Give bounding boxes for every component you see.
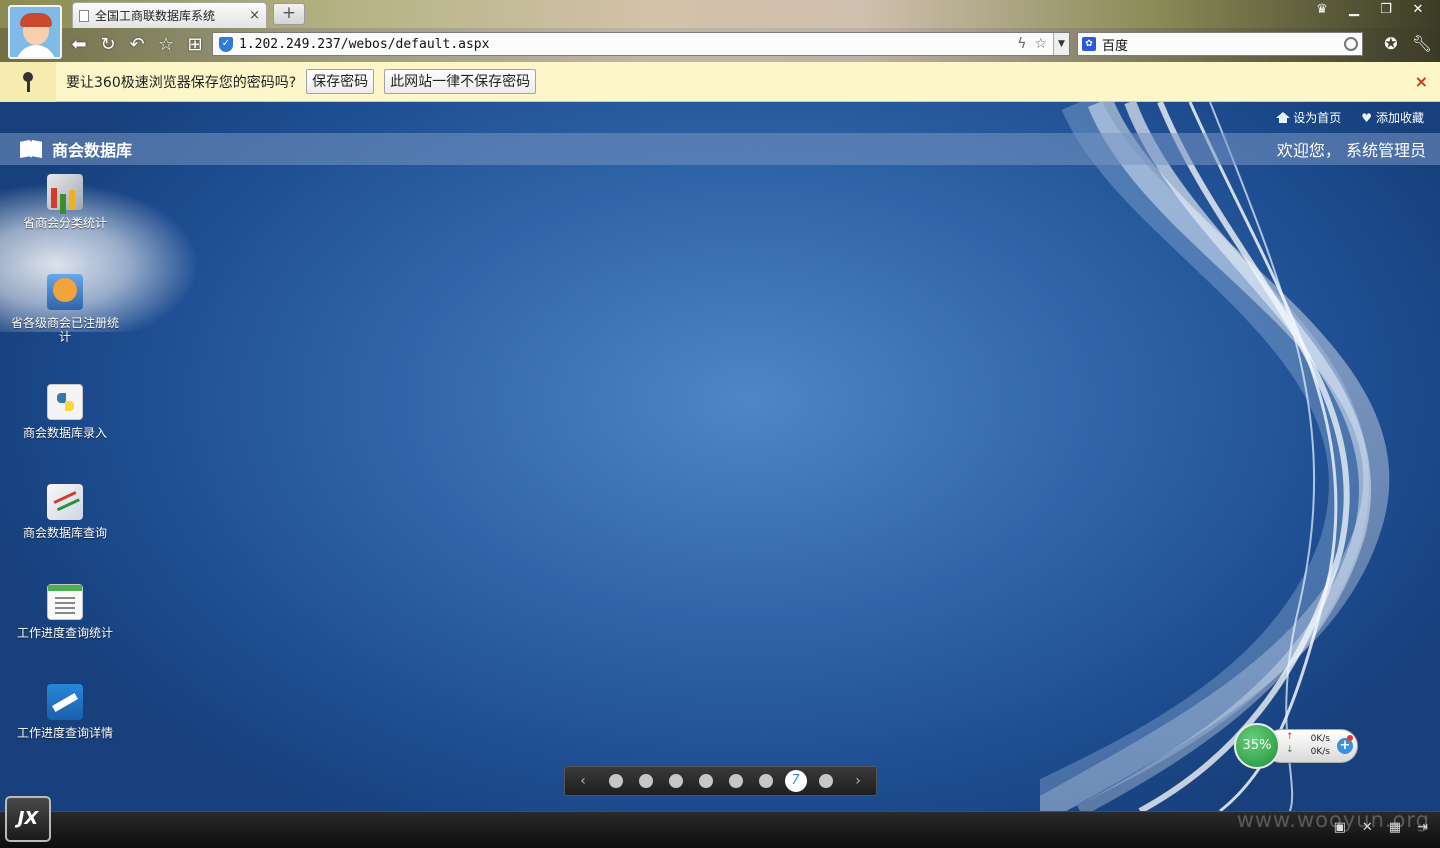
pager-next-button[interactable]: › — [852, 773, 864, 789]
address-bar[interactable]: ✓ 1.202.249.237/webos/default.aspx ϟ ☆ ▼ — [212, 32, 1070, 56]
memory-percent[interactable]: 35% — [1234, 723, 1280, 769]
extension-icon[interactable]: ✪ — [1384, 34, 1397, 53]
page-icon — [79, 9, 89, 22]
security-shield-icon: ✓ — [219, 36, 233, 52]
close-icon[interactable]: ✕ — [1404, 1, 1432, 19]
upload-rate: 0K/s — [1310, 734, 1330, 744]
wallpaper-ribbons — [1040, 102, 1390, 811]
welcome-text: 欢迎您， 系统管理员 — [1276, 141, 1426, 160]
set-homepage-link[interactable]: 设为首页 — [1276, 109, 1341, 126]
baidu-icon: ✿ — [1082, 37, 1096, 51]
registration-stats-icon — [47, 274, 83, 310]
desktop-icon-label: 省各级商会已注册统计 — [10, 316, 119, 344]
browser-tab[interactable]: 全国工商联数据库系统 × — [72, 2, 267, 28]
infobar-message: 要让360极速浏览器保存您的密码吗? — [66, 74, 297, 91]
logout-icon[interactable]: ⇥ — [1417, 820, 1428, 835]
desktop-icon-label: 商会数据库查询 — [22, 526, 107, 540]
browser-toolbar: ⬅ ↻ ↶ ☆ ⊞ ✓ 1.202.249.237/webos/default.… — [0, 28, 1440, 62]
key-icon — [0, 61, 56, 102]
undo-icon[interactable]: ↶ — [126, 35, 148, 55]
user-avatar[interactable] — [8, 5, 62, 59]
app-grid-icon[interactable]: ▦ — [1389, 820, 1401, 835]
heart-icon: ♥ — [1361, 110, 1372, 125]
download-rate: 0K/s — [1310, 747, 1330, 757]
search-icon[interactable] — [1344, 37, 1358, 51]
pager-dot[interactable] — [818, 774, 833, 788]
lightning-icon[interactable]: ϟ — [1017, 36, 1026, 52]
pager-dot[interactable] — [698, 774, 713, 788]
pager-prev-button[interactable]: ‹ — [577, 773, 589, 789]
document-icon — [47, 584, 83, 620]
url-text[interactable]: 1.202.249.237/webos/default.aspx — [239, 37, 1017, 52]
infobar-close-icon[interactable]: × — [1415, 72, 1428, 91]
desktop-icon-label: 商会数据库录入 — [22, 426, 107, 440]
stats-chart-icon — [47, 174, 83, 210]
query-chart-icon — [47, 484, 83, 520]
app-title: 商会数据库 — [52, 141, 133, 160]
favorite-star-icon[interactable]: ☆ — [155, 35, 177, 55]
pager-dot[interactable] — [728, 774, 743, 788]
desktop-icon-progress-stats[interactable]: 工作进度查询统计 — [0, 584, 130, 640]
notification-dot — [1347, 735, 1353, 741]
skin-icon[interactable]: ♛ — [1308, 1, 1336, 19]
search-engine-label[interactable]: 百度 — [1102, 35, 1344, 54]
desktop-pager: ‹ 7 › — [564, 766, 877, 796]
network-speed-widget[interactable]: 35% ↑ ↓ 0K/s 0K/s + — [1234, 723, 1360, 771]
save-password-button[interactable]: 保存密码 — [306, 69, 375, 94]
add-favorite-link[interactable]: ♥ 添加收藏 — [1361, 109, 1424, 126]
desktop-icon-label: 省商会分类统计 — [22, 216, 107, 230]
desktop-icon-label: 工作进度查询统计 — [16, 626, 113, 640]
window-controls: ♛ ▁ ❐ ✕ — [1308, 1, 1432, 19]
pager-dot-active[interactable]: 7 — [784, 770, 807, 792]
desktop-top-links: 设为首页 ♥ 添加收藏 — [1276, 109, 1424, 126]
show-desktop-icon[interactable]: ▣ — [1334, 820, 1346, 835]
pager-dot[interactable] — [638, 774, 653, 788]
tools-icon[interactable]: ✕ — [1362, 820, 1373, 835]
taskbar: JX www.wooyun.org ▣ ✕ ▦ ⇥ — [0, 796, 1440, 848]
start-button[interactable]: JX — [5, 796, 51, 842]
search-bar[interactable]: ✿ 百度 — [1077, 32, 1363, 56]
app-header: 商会数据库 欢迎您， 系统管理员 — [0, 133, 1440, 165]
new-tab-button[interactable]: + — [273, 3, 305, 25]
restore-icon[interactable]: ❐ — [1372, 1, 1400, 19]
never-save-password-button[interactable]: 此网站一律不保存密码 — [384, 69, 537, 94]
desktop-icon-progress-detail[interactable]: 工作进度查询详情 — [0, 684, 130, 740]
pager-dot[interactable] — [758, 774, 773, 788]
password-infobar: 要让360极速浏览器保存您的密码吗? 保存密码 此网站一律不保存密码 × — [0, 61, 1440, 102]
apps-grid-icon[interactable]: ⊞ — [184, 35, 206, 55]
browser-titlebar: 全国工商联数据库系统 × + ♛ ▁ ❐ ✕ — [0, 0, 1440, 28]
detail-icon — [47, 684, 83, 720]
python-entry-icon — [47, 384, 83, 420]
refresh-icon[interactable]: ↻ — [97, 35, 119, 55]
book-icon — [20, 140, 42, 158]
wrench-icon[interactable]: 🔧︎ — [1412, 34, 1432, 53]
home-icon — [1276, 112, 1291, 123]
address-dropdown-icon[interactable]: ▼ — [1053, 33, 1069, 55]
desktop-icon-db-entry[interactable]: 商会数据库录入 — [0, 384, 130, 440]
pager-dot[interactable] — [608, 774, 623, 788]
bookmark-star-icon[interactable]: ☆ — [1034, 36, 1047, 52]
pager-dot[interactable] — [668, 774, 683, 788]
desktop-icon-category-stats[interactable]: 省商会分类统计 — [0, 174, 130, 230]
desktop-icon-db-query[interactable]: 商会数据库查询 — [0, 484, 130, 540]
back-icon[interactable]: ⬅ — [68, 35, 90, 55]
tab-close-button[interactable]: × — [249, 8, 260, 23]
desktop-icon-registration-stats[interactable]: 省各级商会已注册统计 — [0, 274, 130, 344]
pager-dots: 7 — [608, 770, 833, 792]
web-desktop: 设为首页 ♥ 添加收藏 商会数据库 欢迎您， 系统管理员 省商会分类统计 省各级… — [0, 102, 1440, 811]
desktop-icon-label: 工作进度查询详情 — [16, 726, 113, 740]
minimize-icon[interactable]: ▁ — [1340, 1, 1368, 19]
tab-title: 全国工商联数据库系统 — [95, 9, 216, 23]
taskbar-tray: ▣ ✕ ▦ ⇥ — [1334, 820, 1428, 835]
